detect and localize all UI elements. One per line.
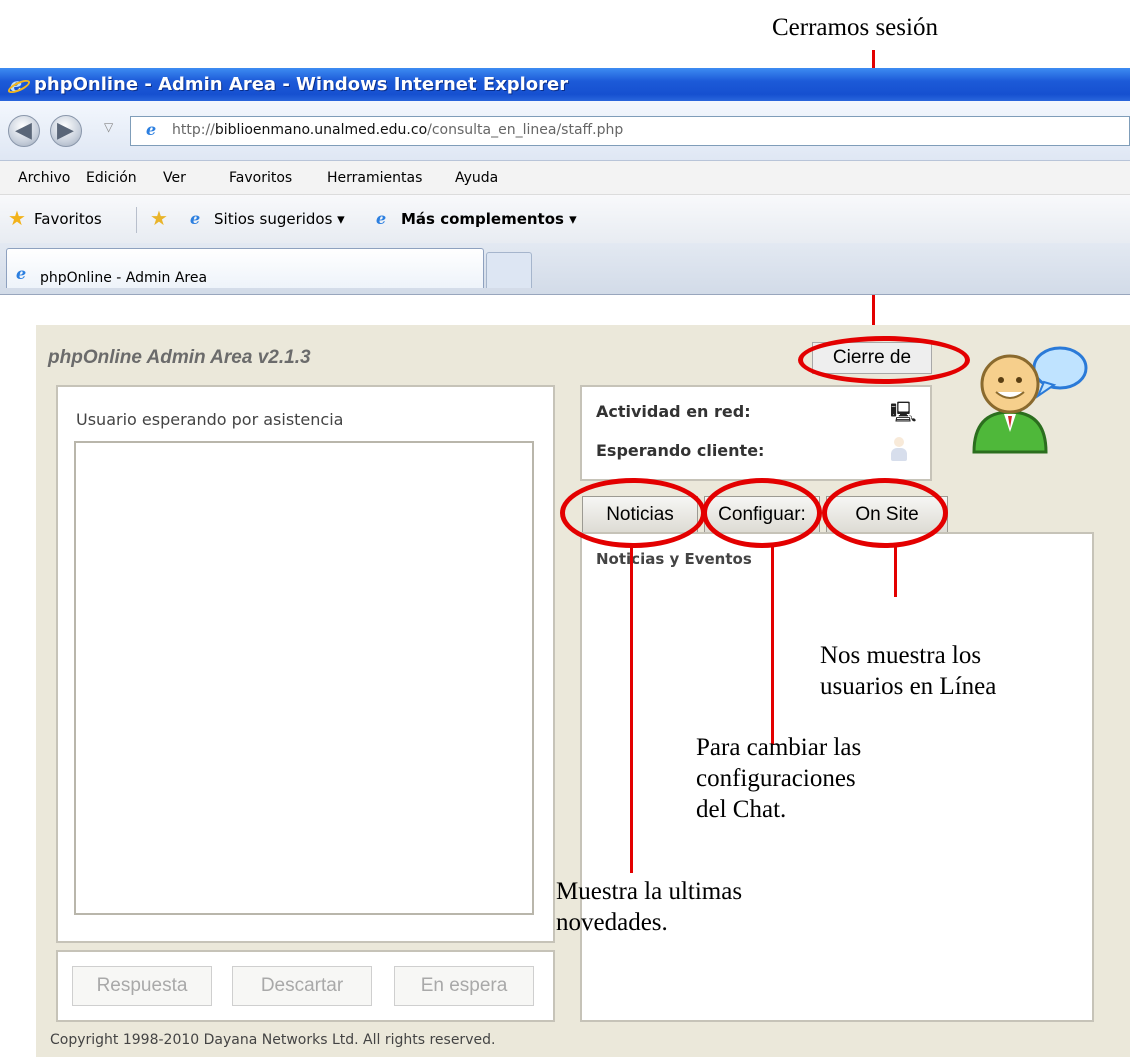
app-title: phpOnline Admin Area v2.1.3 xyxy=(48,347,311,368)
suggested-sites-button[interactable]: Sitios sugeridos ▾ xyxy=(214,210,345,228)
network-computers-icon: 🖳 xyxy=(890,400,917,424)
respond-button[interactable]: Respuesta xyxy=(72,966,212,1006)
menu-ver[interactable]: Ver xyxy=(163,170,186,186)
annotation-line-news xyxy=(630,545,633,873)
ie-icon: e xyxy=(6,74,32,96)
waiting-users-header: Usuario esperando por asistencia xyxy=(76,410,344,429)
status-panel xyxy=(580,385,932,481)
on-hold-button[interactable]: En espera xyxy=(394,966,534,1006)
toolbar-separator xyxy=(136,207,137,233)
forward-button[interactable]: ▶ xyxy=(50,115,82,147)
url-text[interactable]: http://biblioenmano.unalmed.edu.co/consu… xyxy=(172,122,623,138)
suggested-sites-icon: e xyxy=(190,209,201,228)
annotation-config: Para cambiar las configuraciones del Cha… xyxy=(696,734,862,823)
avatar xyxy=(968,342,1088,462)
tab-ie-icon: e xyxy=(16,264,27,283)
highlight-logout xyxy=(798,336,970,384)
window-title: phpOnline - Admin Area - Windows Interne… xyxy=(34,74,569,95)
menu-herramientas[interactable]: Herramientas xyxy=(327,170,422,186)
history-dropdown-icon[interactable]: ▽ xyxy=(104,120,113,134)
favorites-star-icon: ★ xyxy=(8,206,26,230)
waiting-client-label: Esperando cliente: xyxy=(596,441,765,460)
page-ie-icon: e xyxy=(146,120,157,139)
avatar-chat-icon xyxy=(972,346,1088,454)
news-heading: Noticias y Eventos xyxy=(596,550,752,568)
annotation-news: Muestra la ultimas novedades. xyxy=(556,878,743,936)
menu-archivo[interactable]: Archivo xyxy=(18,170,70,186)
browser-tab-title: phpOnline - Admin Area xyxy=(40,270,208,286)
addons-icon: e xyxy=(376,209,387,228)
annotation-on-site: Nos muestra los usuarios en Línea xyxy=(820,642,997,700)
annotation-line-config xyxy=(771,545,774,745)
back-button[interactable]: ◀ xyxy=(8,115,40,147)
network-activity-label: Actividad en red: xyxy=(596,402,751,421)
favorites-button[interactable]: Favoritos xyxy=(34,210,102,228)
menu-favoritos[interactable]: Favoritos xyxy=(229,170,292,186)
discard-button[interactable]: Descartar xyxy=(232,966,372,1006)
add-favorite-icon[interactable]: ★ xyxy=(150,206,168,230)
highlight-tab-configurar xyxy=(702,478,822,548)
annotation-line-on-site xyxy=(894,545,897,597)
more-addons-button[interactable]: Más complementos ▾ xyxy=(401,210,577,228)
highlight-tab-on-site xyxy=(822,478,948,548)
waiting-users-list[interactable] xyxy=(74,441,534,915)
annotation-logout: Cerramos sesión xyxy=(772,14,938,41)
footer-copyright: Copyright 1998-2010 Dayana Networks Ltd.… xyxy=(50,1032,496,1048)
new-tab-button[interactable] xyxy=(486,252,532,288)
highlight-tab-noticias xyxy=(560,478,706,548)
menu-ayuda[interactable]: Ayuda xyxy=(455,170,498,186)
waiting-client-icon xyxy=(890,437,908,463)
menu-edicion[interactable]: Edición xyxy=(86,170,137,186)
